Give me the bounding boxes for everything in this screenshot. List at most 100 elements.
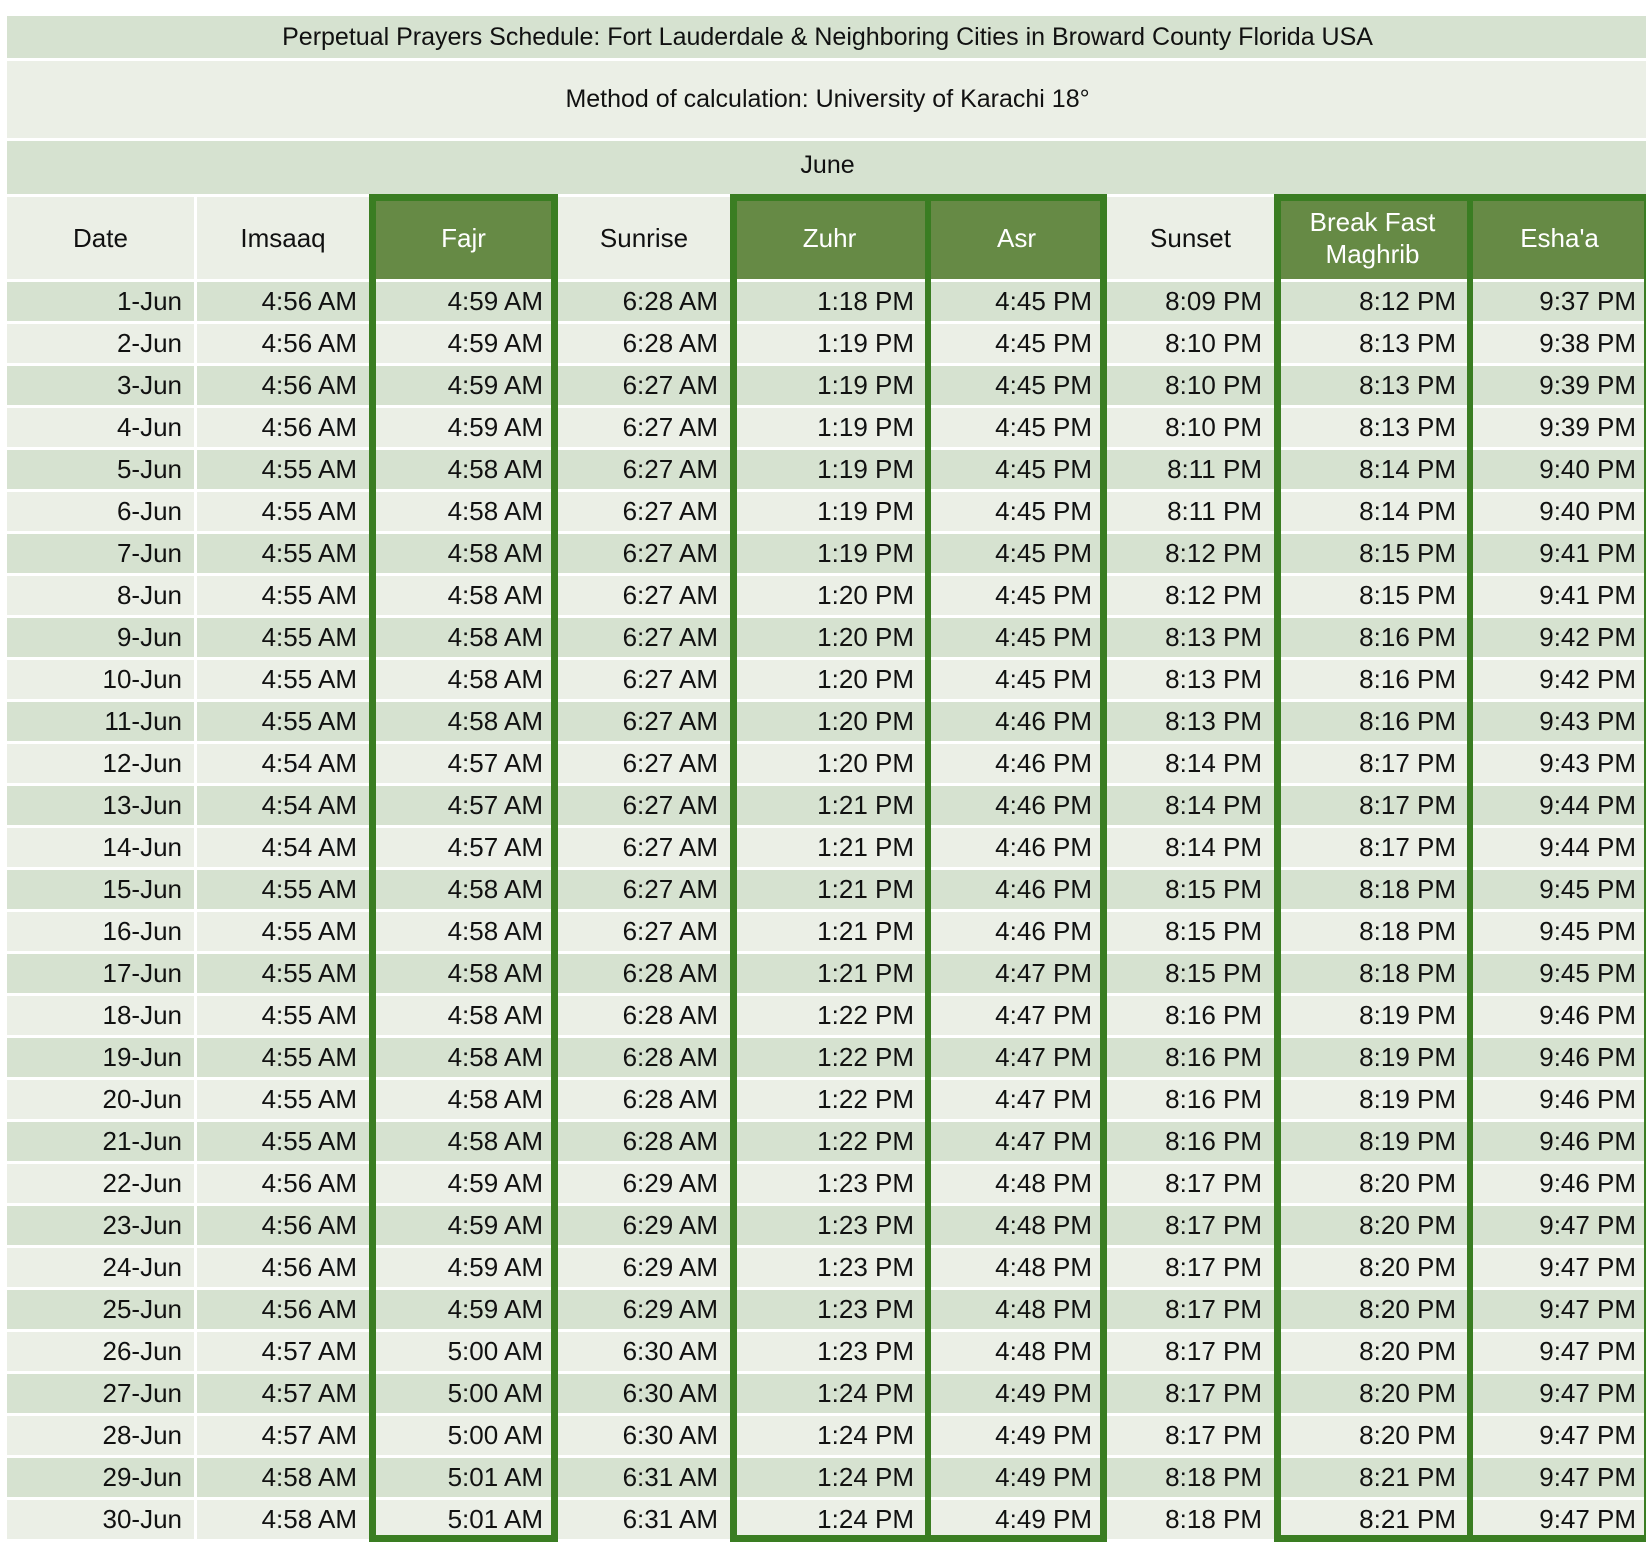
cell-fajr: 4:58 AM [372,954,555,993]
cell-date: 26-Jun [7,1332,194,1371]
cell-zuhr: 1:21 PM [733,828,926,867]
cell-asr: 4:45 PM [929,408,1104,447]
cell-zuhr: 1:18 PM [733,282,926,321]
cell-esha: 9:40 PM [1471,492,1646,531]
cell-zuhr: 1:22 PM [733,996,926,1035]
cell-sunrise: 6:28 AM [558,954,730,993]
cell-sunrise: 6:27 AM [558,408,730,447]
cell-asr: 4:45 PM [929,366,1104,405]
cell-sunset: 8:13 PM [1107,660,1274,699]
cell-maghrib: 8:20 PM [1277,1290,1468,1329]
cell-imsaaq: 4:54 AM [197,786,369,825]
cell-imsaaq: 4:56 AM [197,1164,369,1203]
cell-zuhr: 1:19 PM [733,366,926,405]
cell-sunrise: 6:27 AM [558,492,730,531]
cell-fajr: 4:58 AM [372,492,555,531]
cell-zuhr: 1:19 PM [733,450,926,489]
cell-esha: 9:47 PM [1471,1290,1646,1329]
cell-date: 4-Jun [7,408,194,447]
cell-fajr: 4:59 AM [372,1206,555,1245]
table-row: 25-Jun 4:56 AM 4:59 AM 6:29 AM 1:23 PM 4:48 P… [7,1290,1646,1329]
cell-imsaaq: 4:57 AM [197,1374,369,1413]
cell-imsaaq: 4:56 AM [197,282,369,321]
cell-asr: 4:46 PM [929,744,1104,783]
cell-zuhr: 1:24 PM [733,1374,926,1413]
cell-zuhr: 1:23 PM [733,1332,926,1371]
cell-imsaaq: 4:58 AM [197,1500,369,1539]
cell-sunset: 8:15 PM [1107,870,1274,909]
table-row: 15-Jun 4:55 AM 4:58 AM 6:27 AM 1:21 PM 4:46 P… [7,870,1646,909]
cell-sunset: 8:17 PM [1107,1164,1274,1203]
cell-date: 15-Jun [7,870,194,909]
cell-asr: 4:48 PM [929,1248,1104,1287]
cell-maghrib: 8:18 PM [1277,912,1468,951]
cell-maghrib: 8:17 PM [1277,786,1468,825]
cell-maghrib: 8:13 PM [1277,324,1468,363]
table-row: 7-Jun 4:55 AM 4:58 AM 6:27 AM 1:19 PM 4:45 PM… [7,534,1646,573]
cell-fajr: 5:00 AM [372,1332,555,1371]
cell-imsaaq: 4:56 AM [197,324,369,363]
cell-esha: 9:47 PM [1471,1248,1646,1287]
cell-fajr: 5:00 AM [372,1416,555,1455]
header-zuhr: Zuhr [733,197,926,279]
cell-zuhr: 1:19 PM [733,492,926,531]
cell-sunset: 8:18 PM [1107,1458,1274,1497]
cell-maghrib: 8:15 PM [1277,576,1468,615]
cell-sunrise: 6:27 AM [558,576,730,615]
header-imsaaq: Imsaaq [197,197,369,279]
cell-fajr: 4:58 AM [372,618,555,657]
cell-maghrib: 8:15 PM [1277,534,1468,573]
cell-fajr: 4:58 AM [372,1122,555,1161]
table-row: 20-Jun 4:55 AM 4:58 AM 6:28 AM 1:22 PM 4:47 P… [7,1080,1646,1119]
cell-fajr: 4:58 AM [372,1080,555,1119]
cell-sunrise: 6:27 AM [558,366,730,405]
table-row: 28-Jun 4:57 AM 5:00 AM 6:30 AM 1:24 PM 4:49 P… [7,1416,1646,1455]
cell-zuhr: 1:20 PM [733,702,926,741]
cell-imsaaq: 4:55 AM [197,1122,369,1161]
cell-date: 23-Jun [7,1206,194,1245]
table-row: 14-Jun 4:54 AM 4:57 AM 6:27 AM 1:21 PM 4:46 P… [7,828,1646,867]
table-row: 1-Jun 4:56 AM 4:59 AM 6:28 AM 1:18 PM 4:45 PM… [7,282,1646,321]
cell-sunrise: 6:28 AM [558,1038,730,1077]
cell-sunset: 8:11 PM [1107,450,1274,489]
cell-asr: 4:49 PM [929,1458,1104,1497]
cell-asr: 4:46 PM [929,870,1104,909]
header-esha: Esha'a [1471,197,1646,279]
cell-sunrise: 6:27 AM [558,618,730,657]
cell-sunset: 8:10 PM [1107,408,1274,447]
cell-sunrise: 6:28 AM [558,324,730,363]
cell-sunset: 8:17 PM [1107,1248,1274,1287]
cell-fajr: 4:57 AM [372,744,555,783]
header-maghrib: Break Fast Maghrib [1277,197,1468,279]
cell-date: 18-Jun [7,996,194,1035]
cell-sunset: 8:16 PM [1107,996,1274,1035]
cell-fajr: 5:01 AM [372,1500,555,1539]
cell-maghrib: 8:20 PM [1277,1332,1468,1371]
cell-imsaaq: 4:56 AM [197,1206,369,1245]
cell-date: 29-Jun [7,1458,194,1497]
cell-esha: 9:46 PM [1471,996,1646,1035]
cell-sunrise: 6:31 AM [558,1500,730,1539]
header-date: Date [7,197,194,279]
cell-fajr: 4:58 AM [372,912,555,951]
cell-esha: 9:44 PM [1471,786,1646,825]
cell-maghrib: 8:17 PM [1277,828,1468,867]
cell-sunset: 8:16 PM [1107,1122,1274,1161]
cell-fajr: 4:59 AM [372,1164,555,1203]
cell-sunset: 8:17 PM [1107,1416,1274,1455]
cell-imsaaq: 4:55 AM [197,618,369,657]
cell-asr: 4:45 PM [929,534,1104,573]
cell-fajr: 4:57 AM [372,828,555,867]
cell-imsaaq: 4:55 AM [197,954,369,993]
cell-asr: 4:46 PM [929,702,1104,741]
cell-zuhr: 1:23 PM [733,1290,926,1329]
table-row: 30-Jun 4:58 AM 5:01 AM 6:31 AM 1:24 PM 4:49 P… [7,1500,1646,1539]
table-row: 16-Jun 4:55 AM 4:58 AM 6:27 AM 1:21 PM 4:46 P… [7,912,1646,951]
cell-asr: 4:46 PM [929,912,1104,951]
cell-esha: 9:46 PM [1471,1080,1646,1119]
cell-sunset: 8:09 PM [1107,282,1274,321]
cell-maghrib: 8:14 PM [1277,492,1468,531]
cell-imsaaq: 4:56 AM [197,366,369,405]
cell-date: 24-Jun [7,1248,194,1287]
cell-fajr: 4:58 AM [372,450,555,489]
